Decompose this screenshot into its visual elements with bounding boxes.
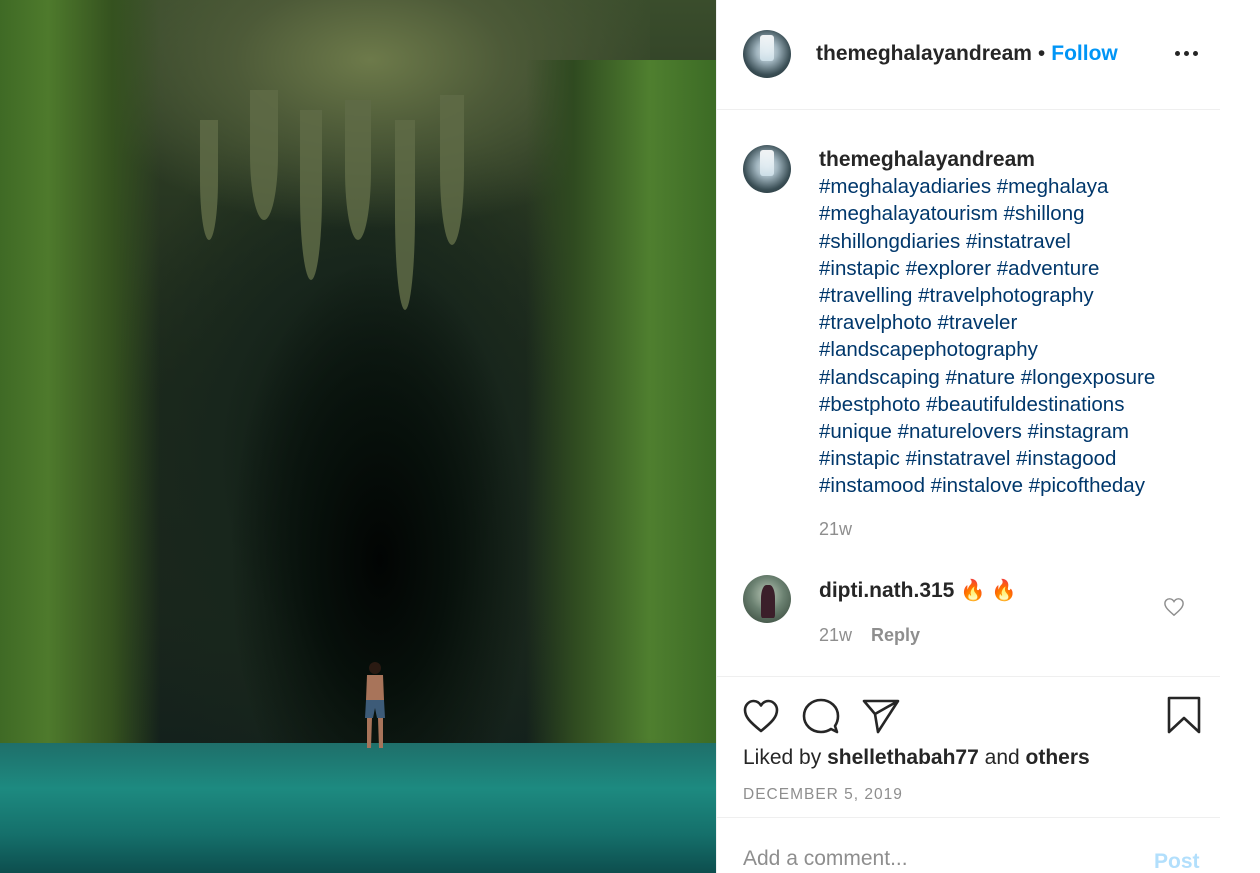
stalactite	[200, 120, 218, 240]
comment-item: dipti.nath.315 🔥 🔥 21w Reply	[717, 575, 1220, 665]
author-avatar[interactable]	[743, 30, 791, 78]
stalactite	[440, 95, 464, 245]
author-username[interactable]: themeghalayandream	[816, 42, 1032, 65]
reply-button[interactable]: Reply	[871, 625, 920, 645]
person-figure	[365, 662, 385, 748]
bookmark-icon[interactable]	[1164, 695, 1204, 735]
comment-meta: 21w Reply	[819, 625, 920, 646]
like-heart-icon[interactable]	[741, 696, 781, 736]
caption: themeghalayandream #meghalayadiaries #me…	[819, 146, 1214, 543]
post-comment-button[interactable]: Post	[1154, 850, 1200, 873]
waterfall-avatar-image	[759, 34, 775, 62]
likes-summary: Liked by shellethabah77 and others	[743, 746, 1090, 770]
likes-others-link[interactable]: others	[1026, 746, 1090, 769]
stalactite	[395, 120, 415, 310]
commenter-avatar[interactable]	[743, 575, 791, 623]
stalactite	[345, 100, 371, 240]
follow-button[interactable]: Follow	[1051, 42, 1118, 65]
post-header: themeghalayandream • Follow	[717, 0, 1220, 110]
moss-wall-left	[0, 0, 160, 760]
waterfall-avatar-image	[759, 149, 775, 177]
water-pool	[0, 743, 716, 873]
post-date[interactable]: DECEMBER 5, 2019	[743, 786, 903, 804]
person-avatar-image	[761, 584, 775, 619]
stalactite	[300, 110, 322, 280]
separator-dot: •	[1037, 42, 1046, 65]
paper-plane-icon[interactable]	[861, 696, 901, 736]
moss-wall-right	[526, 60, 716, 780]
caption-author-avatar[interactable]	[743, 145, 791, 193]
post-panel: themeghalayandream • Follow themeghalayand…	[716, 0, 1220, 873]
comment-username[interactable]: dipti.nath.315	[819, 579, 954, 602]
comment-text: 🔥 🔥	[960, 579, 1017, 602]
comment-age[interactable]: 21w	[819, 625, 852, 645]
comment-like-heart-icon[interactable]	[1163, 597, 1185, 617]
likes-user-link[interactable]: shellethabah77	[827, 746, 979, 769]
comment-input[interactable]	[743, 844, 1123, 873]
comments-section: themeghalayandream #meghalayadiaries #me…	[717, 110, 1220, 677]
stalactite	[250, 90, 278, 220]
caption-age[interactable]: 21w	[819, 516, 1214, 543]
more-horizontal-icon[interactable]	[1175, 50, 1201, 58]
caption-username[interactable]: themeghalayandream	[819, 146, 1214, 173]
comment-body: dipti.nath.315 🔥 🔥	[819, 579, 1017, 603]
header-title: themeghalayandream • Follow	[816, 42, 1118, 66]
add-comment-bar: Post	[717, 820, 1220, 873]
likes-prefix: Liked by	[743, 746, 822, 769]
post-photo[interactable]	[0, 0, 716, 873]
comment-bubble-icon[interactable]	[801, 696, 841, 736]
caption-hashtags[interactable]: #meghalayadiaries #meghalaya #meghalayat…	[819, 175, 1155, 497]
likes-conjunction: and	[984, 746, 1020, 769]
post-actions: Liked by shellethabah77 and others DECEM…	[717, 678, 1220, 818]
